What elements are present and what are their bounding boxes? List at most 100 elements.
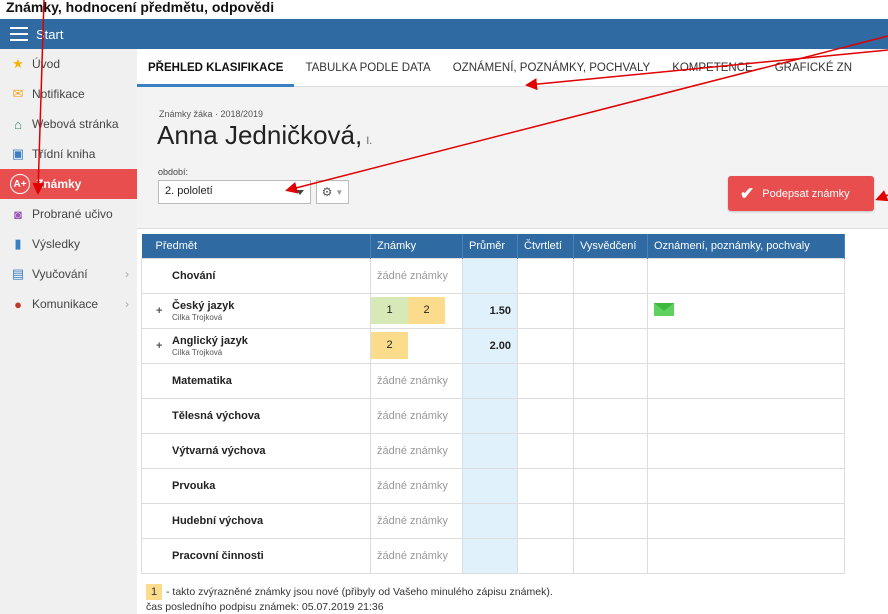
quarter-cell [517, 537, 574, 574]
sign-grades-button[interactable]: ✔ Podepsat známky [728, 176, 874, 211]
subject-name: Hudební výchova [172, 514, 264, 527]
column-header-report[interactable]: Vysvědčení [573, 234, 648, 258]
sidebar-item-komunikace[interactable]: ● Komunikace › [0, 289, 137, 319]
subject-name: Tělesná výchova [172, 409, 261, 422]
table-row[interactable]: + Český jazyk Cilka Trojková 1 2 1.50 [141, 292, 845, 329]
legend: 1 - takto zvýrazněné známky jsou nové (p… [146, 584, 553, 600]
table-row[interactable]: Pracovní činnosti žádné známky [141, 537, 845, 574]
column-header-notes[interactable]: Oznámení, poznámky, pochvaly [647, 234, 845, 258]
table-row[interactable]: Výtvarná výchova žádné známky [141, 432, 845, 469]
subject-name: Chování [172, 269, 216, 282]
expand-plus-icon[interactable]: + [156, 340, 162, 352]
subject-name: Pracovní činnosti [172, 549, 264, 562]
quarter-cell [517, 502, 574, 539]
bar-chart-icon: ▮ [14, 236, 22, 251]
report-cell [573, 467, 648, 504]
star-icon: ★ [12, 56, 24, 71]
quarter-cell [517, 327, 574, 364]
grade-badge[interactable]: 1 [371, 297, 408, 324]
table-row[interactable]: Hudební výchova žádné známky [141, 502, 845, 539]
subject-cell[interactable]: + Český jazyk Cilka Trojková [141, 292, 371, 329]
app-root: Známky, hodnocení předmětu, odpovědi Sta… [0, 0, 888, 614]
sidebar-item-tridni-kniha[interactable]: ▣ Třídní kniha [0, 139, 137, 169]
tab-kompetence[interactable]: KOMPETENCE [661, 49, 764, 87]
quarter-cell [517, 362, 574, 399]
table-row[interactable]: Matematika žádné známky [141, 362, 845, 399]
chevron-right-icon: › [125, 267, 129, 281]
tab-bar: PŘEHLED KLASIFIKACE TABULKA PODLE DATA O… [137, 49, 888, 87]
sidebar-item-vysledky[interactable]: ▮ Výsledky [0, 229, 137, 259]
subject-cell[interactable]: + Anglický jazyk Cilka Trojková [141, 327, 371, 364]
grade-badge[interactable]: 2 [408, 297, 445, 324]
subject-cell: Chování [141, 257, 371, 294]
tab-tabulka-podle-data[interactable]: TABULKA PODLE DATA [294, 49, 441, 87]
table-row[interactable]: Chování žádné známky [141, 257, 845, 294]
envelope-icon: ✉ [12, 86, 24, 101]
sidebar-item-probrane-ucivo[interactable]: ◙ Probrané učivo [0, 199, 137, 229]
tab-graficke-znamky[interactable]: GRAFICKÉ ZN [764, 49, 863, 87]
table-row[interactable]: + Anglický jazyk Cilka Trojková 2 2.00 [141, 327, 845, 364]
checkmark-icon: ✔ [740, 183, 755, 203]
average-cell [462, 362, 518, 399]
grades-icon: A+ [10, 174, 30, 194]
notes-cell [647, 502, 845, 539]
grades-cell: žádné známky [370, 362, 463, 399]
column-header-grades[interactable]: Známky [370, 234, 463, 258]
table-row[interactable]: Tělesná výchova žádné známky [141, 397, 845, 434]
subject-cell: Matematika [141, 362, 371, 399]
quarter-cell [517, 292, 574, 329]
tab-prehled-klasifikace[interactable]: PŘEHLED KLASIFIKACE [137, 49, 295, 87]
subject-name: Výtvarná výchova [172, 444, 266, 457]
report-cell [573, 502, 648, 539]
column-header-quarter[interactable]: Čtvrtletí [517, 234, 574, 258]
notes-cell [647, 292, 845, 329]
settings-dropdown-button[interactable]: ⚙ ▼ [316, 180, 349, 204]
teacher-icon: ◙ [14, 206, 22, 222]
subject-name: Prvouka [172, 479, 216, 492]
hamburger-menu-icon[interactable] [10, 27, 28, 41]
sidebar-item-znamky[interactable]: A+ Známky [0, 169, 137, 199]
column-header-average[interactable]: Průměr [462, 234, 518, 258]
app-title[interactable]: Start [36, 27, 63, 42]
sidebar-item-label: Výsledky [32, 237, 81, 251]
expand-plus-icon[interactable]: + [156, 305, 162, 317]
notes-cell [647, 432, 845, 469]
sidebar-item-notifikace[interactable]: ✉ Notifikace [0, 79, 137, 109]
envelope-icon[interactable] [654, 302, 674, 316]
table-row[interactable]: Prvouka žádné známky [141, 467, 845, 504]
quarter-cell [517, 467, 574, 504]
notes-cell [647, 397, 845, 434]
average-cell [462, 537, 518, 574]
notes-cell [647, 327, 845, 364]
column-header-subject[interactable]: Předmět [141, 234, 371, 258]
average-cell [462, 397, 518, 434]
legend-text: - takto zvýrazněné známky jsou nové (při… [166, 586, 553, 598]
report-cell [573, 397, 648, 434]
grades-cell: žádné známky [370, 432, 463, 469]
legend-new-grade-mark: 1 [146, 584, 162, 600]
teacher-name: Cilka Trojková [172, 312, 223, 322]
sidebar-item-label: Komunikace [32, 297, 99, 311]
quarter-cell [517, 397, 574, 434]
period-select[interactable]: 2. pololetí [158, 180, 311, 204]
subject-cell: Výtvarná výchova [141, 432, 371, 469]
sidebar-item-vyucovani[interactable]: ▤ Vyučování › [0, 259, 137, 289]
subject-cell: Prvouka [141, 467, 371, 504]
report-cell [573, 327, 648, 364]
sidebar-item-label: Vyučování [32, 267, 88, 281]
sidebar-item-uvod[interactable]: ★ Úvod [0, 49, 137, 79]
grade-badge[interactable]: 2 [371, 332, 408, 359]
tab-oznameni[interactable]: OZNÁMENÍ, POZNÁMKY, POCHVALY [442, 49, 661, 87]
chevron-down-icon [296, 190, 304, 195]
sidebar-item-label: Třídní kniha [32, 147, 96, 161]
sidebar-item-webova-stranka[interactable]: ⌂ Webová stránka [0, 109, 137, 139]
page-subtitle: Známky žáka · 2018/2019 [159, 109, 264, 119]
sidebar-item-label: Úvod [32, 57, 61, 71]
student-name: Anna Jedničková, [157, 120, 363, 150]
sidebar-item-label: Probrané učivo [32, 207, 113, 221]
report-cell [573, 537, 648, 574]
grades-table: Předmět Známky Průměr Čtvrtletí Vysvědče… [141, 234, 845, 574]
last-signed-time: čas posledního podpisu známek: 05.07.201… [146, 601, 384, 613]
report-cell [573, 257, 648, 294]
average-cell [462, 467, 518, 504]
